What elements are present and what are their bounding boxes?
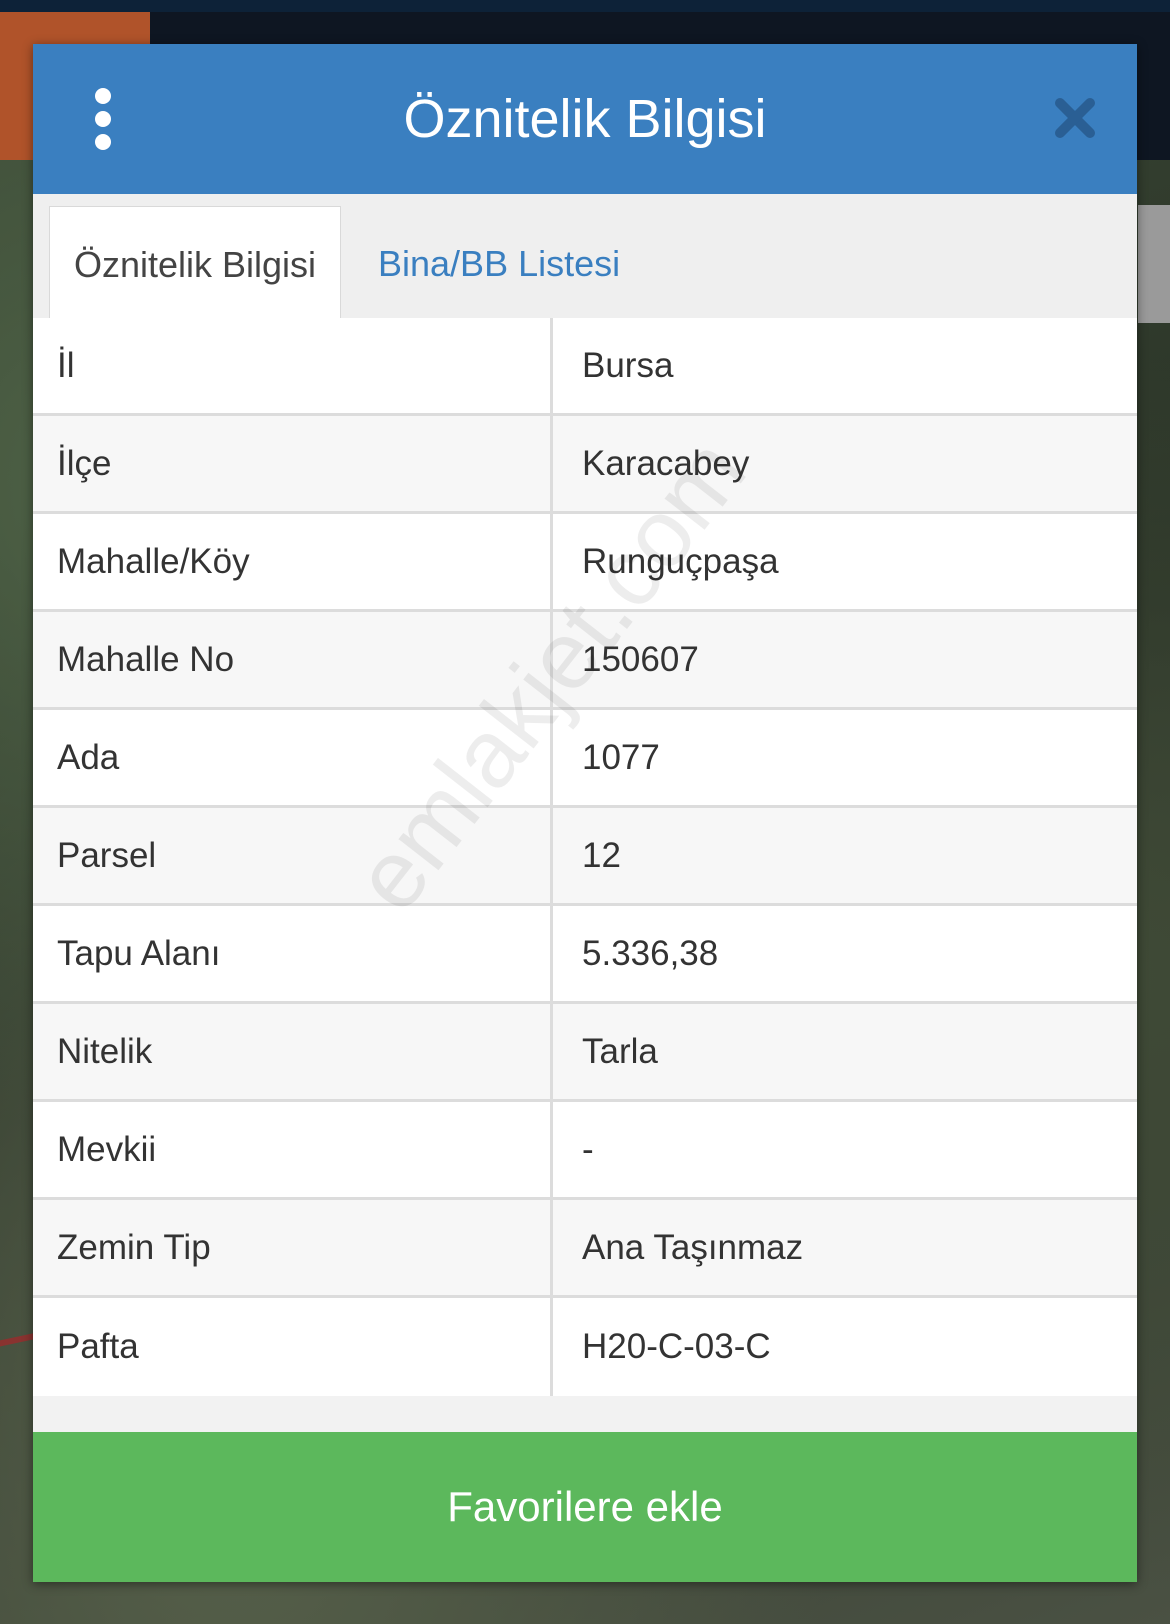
row-label: İl [33,318,553,413]
row-value: Bursa [582,345,674,385]
table-row-ada: Ada 1077 [33,710,1137,808]
attribute-table: İl Bursa İlçe Karacabey Mahalle/Köy Rung… [33,318,1137,1396]
table-row-zemin-tip: Zemin Tip Ana Taşınmaz [33,1200,1137,1298]
table-row-mevkii: Mevkii - [33,1102,1137,1200]
tab-attribute-info[interactable]: Öznitelik Bilgisi [49,206,341,322]
attribute-info-dialog: Öznitelik Bilgisi Öznitelik Bilgisi Bina… [33,44,1137,1582]
row-label: Parsel [33,808,553,903]
row-label: Mahalle/Köy [33,514,553,609]
row-value: H20-C-03-C [582,1327,771,1366]
row-value: 1077 [582,737,660,777]
table-row-nitelik: Nitelik Tarla [33,1004,1137,1102]
row-label: İlçe [33,416,553,511]
row-label: Mahalle No [33,612,553,707]
row-value: 5.336,38 [582,933,719,973]
row-value: 150607 [582,639,699,679]
add-to-favorites-button[interactable]: Favorilere ekle [33,1432,1137,1582]
row-value: Ana Taşınmaz [582,1227,804,1267]
row-value: 12 [582,835,621,875]
row-value: Tarla [582,1031,658,1071]
table-row-mahalle-no: Mahalle No 150607 [33,612,1137,710]
tab-bar: Öznitelik Bilgisi Bina/BB Listesi [33,194,1137,322]
row-value: Karacabey [582,443,750,483]
table-row-ilce: İlçe Karacabey [33,416,1137,514]
table-row-il: İl Bursa [33,318,1137,416]
row-label: Mevkii [33,1102,553,1197]
table-row-pafta: Pafta H20-C-03-C [33,1298,1137,1396]
table-row-mahalle-koy: Mahalle/Köy Runguçpaşa [33,514,1137,612]
map-top-bar [0,0,1170,12]
row-value: Runguçpaşa [582,541,779,581]
table-row-parsel: Parsel 12 [33,808,1137,906]
tab-building-list[interactable]: Bina/BB Listesi [378,206,620,322]
dialog-header: Öznitelik Bilgisi [33,44,1137,194]
dialog-title: Öznitelik Bilgisi [403,89,767,149]
row-label: Tapu Alanı [33,906,553,1001]
row-label: Nitelik [33,1004,553,1099]
row-label: Ada [33,710,553,805]
row-value: - [582,1129,594,1169]
row-label: Zemin Tip [33,1200,553,1295]
close-button[interactable] [1053,96,1097,140]
table-row-tapu-alani: Tapu Alanı 5.336,38 [33,906,1137,1004]
close-icon [1055,98,1095,138]
row-label: Pafta [33,1298,553,1396]
map-scrollbar[interactable] [1138,205,1170,323]
